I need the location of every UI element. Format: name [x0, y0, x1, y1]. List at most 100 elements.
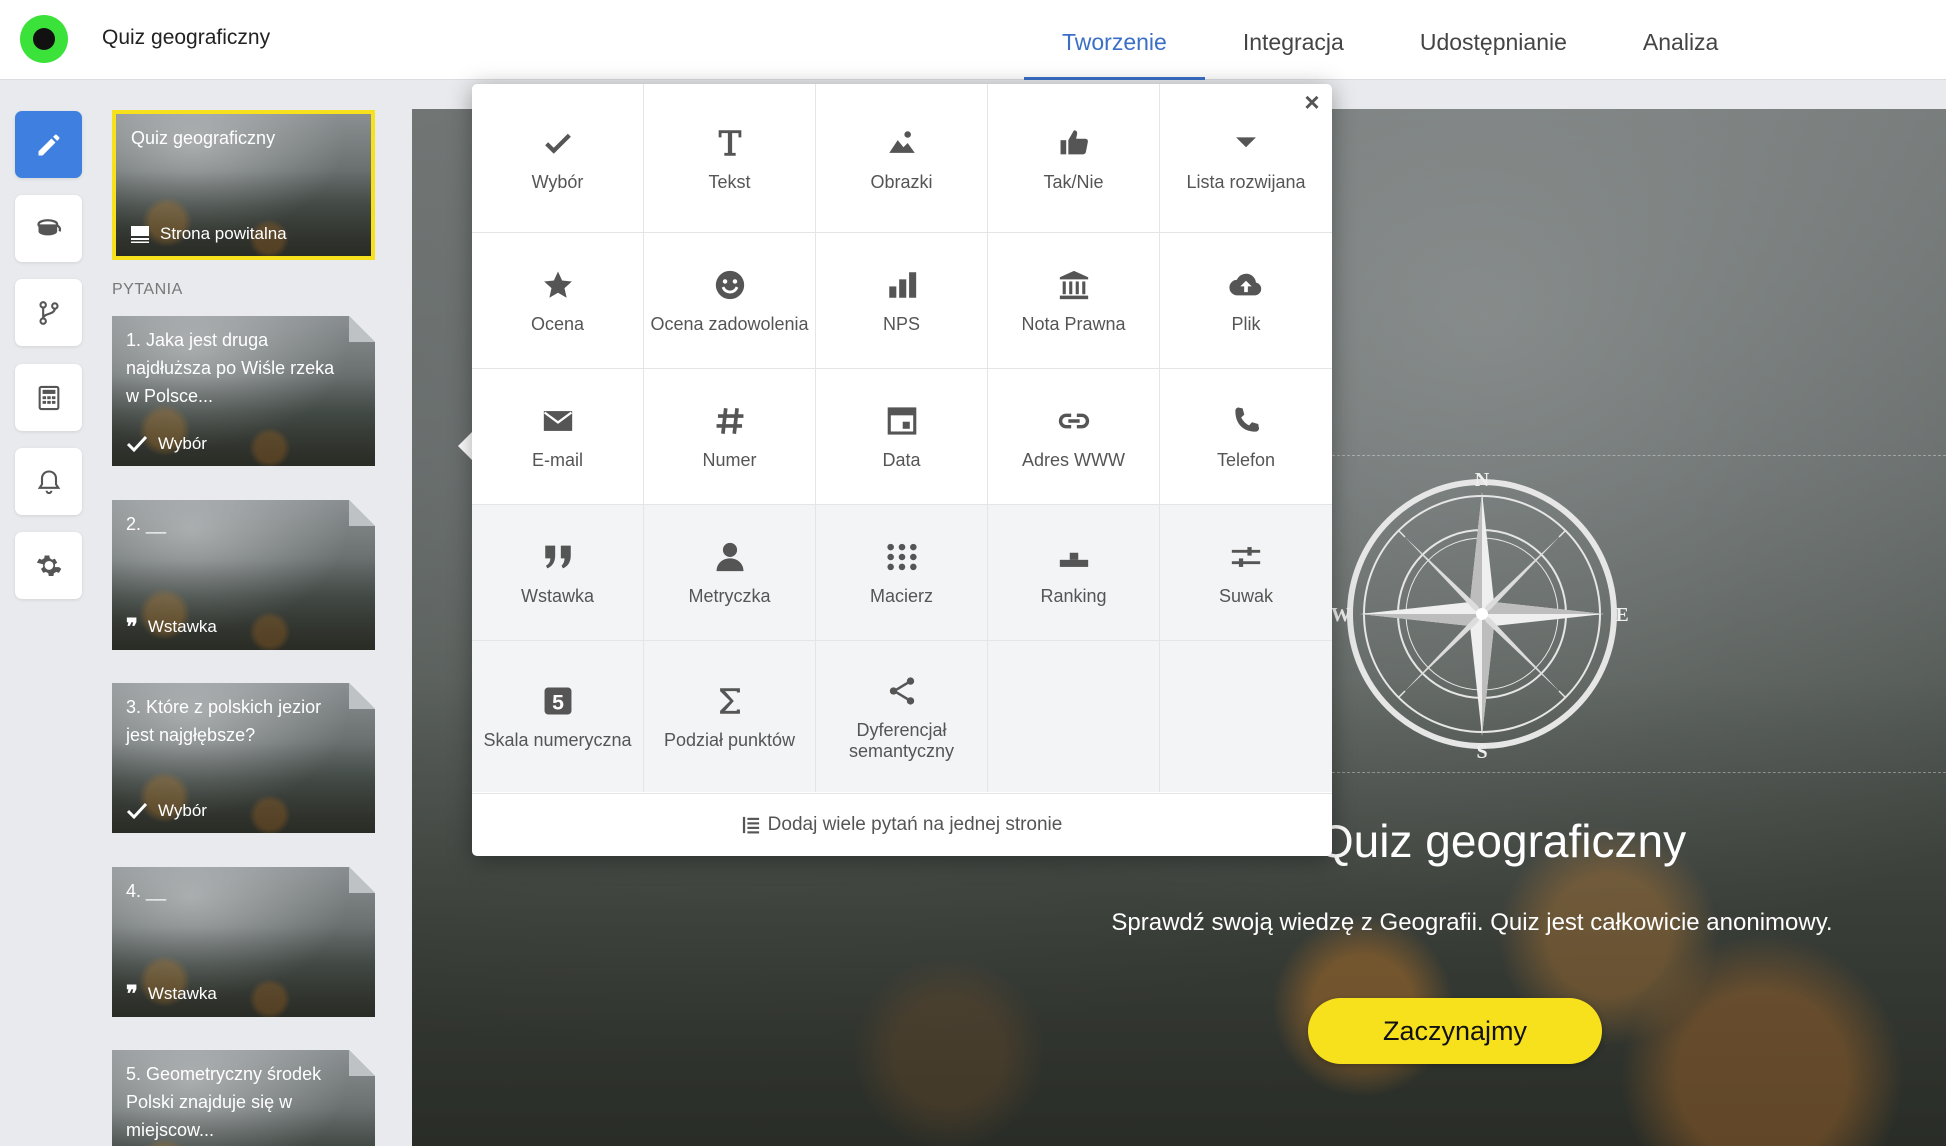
type-label: Telefon: [1216, 450, 1276, 470]
question-thumb-4[interactable]: 4. __ ❞ Wstawka: [112, 867, 375, 1017]
smiley-icon: [715, 270, 744, 300]
welcome-slide-thumb[interactable]: Quiz geograficzny Strona powitalna: [112, 110, 375, 260]
notifications-button[interactable]: [15, 448, 82, 515]
type-label: Adres WWW: [1022, 450, 1125, 470]
edit-mode-button[interactable]: [15, 111, 82, 178]
type-phone[interactable]: Telefon: [1160, 369, 1332, 505]
question-type-grid: Wybór Tekst Obrazki Tak/Nie Lista rozwij…: [472, 84, 1332, 792]
text-t-icon: [718, 129, 741, 156]
top-bar: Quiz geograficzny Tworzenie Integracja U…: [0, 0, 1946, 80]
question-thumb-1[interactable]: 1. Jaka jest druga najdłuższa po Wiśle r…: [112, 316, 375, 466]
bar-chart-icon: [888, 272, 916, 298]
tab-analiza[interactable]: Analiza: [1605, 0, 1756, 80]
user-icon: [716, 542, 743, 572]
type-label: Numer: [702, 450, 757, 470]
type-label: Data: [882, 450, 921, 470]
type-semantic-differential[interactable]: Dyferencjał semantyczny: [816, 641, 988, 792]
star-icon: [543, 271, 572, 298]
popup-pointer: [458, 432, 472, 460]
type-label: Ocena: [530, 314, 585, 334]
quote-icon: ❞: [126, 614, 138, 639]
compass-letter-e: E: [1615, 604, 1628, 626]
thumb-type-label: Wybór: [158, 801, 207, 820]
type-yes-no[interactable]: Tak/Nie: [988, 84, 1160, 233]
welcome-subtitle[interactable]: Sprawdź swoją wiedzę z Geografii. Quiz j…: [1022, 909, 1922, 937]
element-guide-line: [1312, 772, 1946, 773]
compass-letter-s: S: [1476, 741, 1487, 763]
type-label: Tak/Nie: [1043, 171, 1104, 192]
type-website[interactable]: Adres WWW: [988, 369, 1160, 505]
question-thumb-3[interactable]: 3. Które z polskich jezior jest najgłębs…: [112, 683, 375, 833]
thumb-title: 5. Geometryczny środek Polski znajduje s…: [126, 1064, 322, 1140]
settings-button[interactable]: [15, 532, 82, 599]
thumb-type: Wybór: [126, 434, 207, 454]
welcome-screen-icon: [131, 226, 149, 243]
type-text[interactable]: Tekst: [644, 84, 816, 233]
compass-letter-n: N: [1475, 469, 1490, 491]
compass-letter-w: W: [1332, 604, 1351, 626]
type-slider[interactable]: Suwak: [1160, 505, 1332, 641]
type-point-split[interactable]: Podział punktów: [644, 641, 816, 792]
logic-button[interactable]: [15, 279, 82, 346]
list-lines-icon: [742, 816, 759, 834]
type-date[interactable]: Data: [816, 369, 988, 505]
images-icon: [888, 130, 915, 153]
type-file[interactable]: Plik: [1160, 233, 1332, 369]
type-label: Nota Prawna: [1021, 314, 1126, 334]
type-label: Ranking: [1040, 586, 1107, 606]
slider-icon: [1231, 547, 1261, 567]
tab-tworzenie[interactable]: Tworzenie: [1024, 0, 1205, 80]
close-icon[interactable]: ×: [1300, 89, 1324, 115]
link-icon: [1058, 413, 1089, 429]
thumb-title: 1. Jaka jest druga najdłuższa po Wiśle r…: [126, 330, 335, 406]
type-label: Plik: [1231, 314, 1261, 334]
compass-image[interactable]: N S E W: [1332, 464, 1632, 764]
check-icon: [544, 133, 571, 154]
thumb-type: Wybór: [126, 801, 207, 821]
calendar-icon: [887, 407, 916, 435]
type-label: Wstawka: [520, 586, 594, 606]
type-choice[interactable]: Wybór: [472, 84, 644, 233]
slides-panel: Quiz geograficzny Strona powitalna PYTAN…: [96, 80, 412, 1146]
type-satisfaction[interactable]: Ocena zadowolenia: [644, 233, 816, 369]
type-number[interactable]: Numer: [644, 369, 816, 505]
type-ranking[interactable]: Ranking: [988, 505, 1160, 641]
type-label: Podział punktów: [663, 730, 796, 750]
thumb-title: 2. __: [126, 514, 167, 534]
theme-button[interactable]: [15, 195, 82, 262]
type-numeric-scale[interactable]: 5 Skala numeryczna: [472, 641, 644, 792]
element-guide-line: [1312, 455, 1946, 456]
main-tabs: Tworzenie Integracja Udostępnianie Anali…: [1024, 0, 1756, 80]
type-label: Dyferencjał semantyczny: [848, 719, 955, 761]
phone-icon: [1235, 407, 1260, 432]
app-logo[interactable]: [20, 15, 68, 63]
tab-udostepnianie[interactable]: Udostępnianie: [1382, 0, 1605, 80]
envelope-icon: [543, 411, 572, 431]
type-legal[interactable]: Nota Prawna: [988, 233, 1160, 369]
paint-bucket-icon: [36, 218, 61, 235]
type-label: Macierz: [869, 586, 933, 606]
question-type-picker: Wybór Tekst Obrazki Tak/Nie Lista rozwij…: [472, 84, 1332, 856]
multi-question-page-button[interactable]: Dodaj wiele pytań na jednej stronie: [472, 793, 1332, 856]
tab-integracja[interactable]: Integracja: [1205, 0, 1382, 80]
type-statement[interactable]: Wstawka: [472, 505, 644, 641]
question-thumb-2[interactable]: 2. __ ❞ Wstawka: [112, 500, 375, 650]
start-button[interactable]: Zaczynajmy: [1308, 998, 1602, 1064]
type-label: Skala numeryczna: [483, 730, 632, 750]
institution-icon: [1059, 270, 1088, 300]
share-nodes-icon: [889, 676, 914, 705]
type-matrix[interactable]: Macierz: [816, 505, 988, 641]
type-label: Suwak: [1218, 586, 1274, 606]
type-email[interactable]: E-mail: [472, 369, 644, 505]
type-label: Lista rozwijana: [1186, 171, 1306, 192]
calculator-button[interactable]: [15, 364, 82, 431]
calculator-icon: [38, 385, 59, 410]
dropdown-caret-icon: [1236, 136, 1256, 147]
type-nps[interactable]: NPS: [816, 233, 988, 369]
type-contact-form[interactable]: Metryczka: [644, 505, 816, 641]
type-rating[interactable]: Ocena: [472, 233, 644, 369]
type-label: E-mail: [531, 450, 583, 470]
type-images[interactable]: Obrazki: [816, 84, 988, 233]
question-thumb-5[interactable]: 5. Geometryczny środek Polski znajduje s…: [112, 1050, 375, 1146]
thumb-type-label: Wstawka: [147, 617, 217, 636]
